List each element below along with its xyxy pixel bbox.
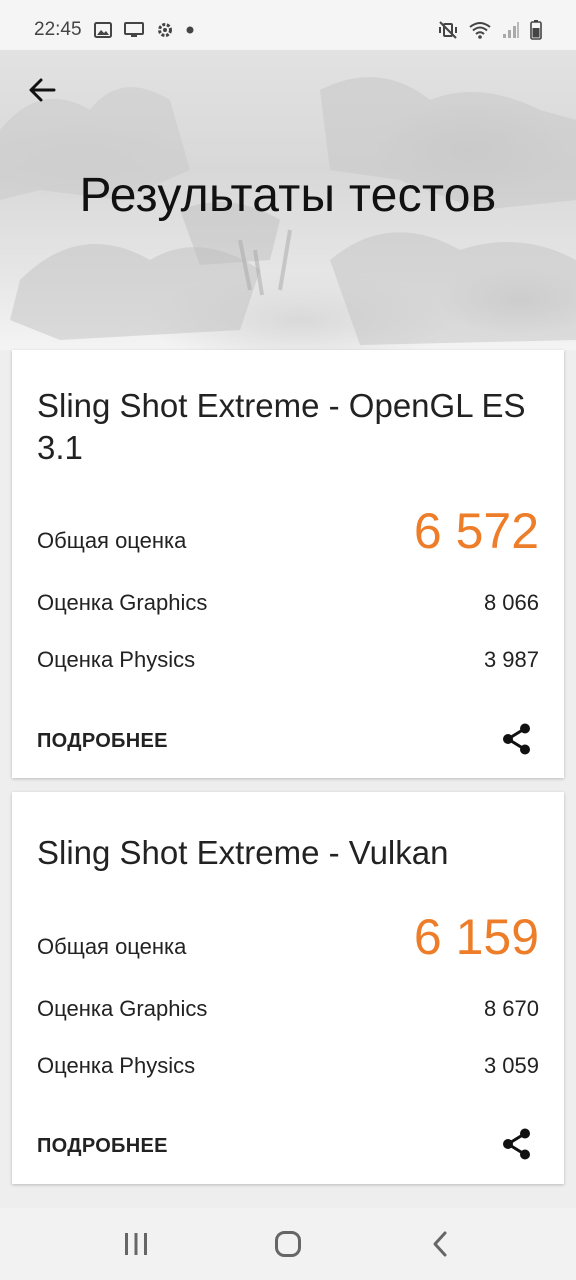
graphics-score-label: Оценка Graphics bbox=[37, 590, 208, 615]
share-icon bbox=[503, 723, 530, 755]
total-score-value: 6 159 bbox=[413, 909, 539, 965]
result-card-title: Sling Shot Extreme - OpenGL ES 3.1 bbox=[37, 387, 526, 466]
settings-icon bbox=[156, 21, 174, 39]
back-button[interactable] bbox=[22, 70, 62, 110]
graphics-score-row: Оценка Graphics 8 670 bbox=[37, 996, 539, 1022]
graphics-score-value: 8 066 bbox=[483, 590, 539, 615]
page-title: Результаты тестов bbox=[79, 169, 497, 222]
result-card-title: Sling Shot Extreme - Vulkan bbox=[37, 834, 449, 871]
physics-score-row: Оценка Physics 3 987 bbox=[37, 647, 539, 673]
recent-apps-button[interactable] bbox=[106, 1214, 166, 1274]
home-icon bbox=[275, 1231, 301, 1257]
share-icon bbox=[503, 1128, 530, 1160]
home-button[interactable] bbox=[258, 1214, 318, 1274]
total-score-row: Общая оценка 6 572 bbox=[37, 502, 539, 560]
results-header: Результаты тестов bbox=[0, 50, 576, 350]
physics-score-row: Оценка Physics 3 059 bbox=[37, 1053, 539, 1079]
details-button[interactable]: ПОДРОБНЕЕ bbox=[37, 730, 168, 753]
dot-icon bbox=[186, 26, 194, 34]
gallery-icon bbox=[93, 22, 112, 38]
graphics-score-value: 8 670 bbox=[483, 996, 539, 1021]
details-button[interactable]: ПОДРОБНЕЕ bbox=[37, 1135, 168, 1158]
back-icon bbox=[433, 1231, 447, 1257]
total-score-value: 6 572 bbox=[413, 503, 539, 559]
graphics-score-label: Оценка Graphics bbox=[37, 996, 208, 1021]
physics-score-label: Оценка Physics bbox=[37, 647, 196, 672]
recent-apps-icon bbox=[125, 1233, 147, 1255]
physics-score-value: 3 059 bbox=[483, 1053, 539, 1078]
nav-back-button[interactable] bbox=[410, 1214, 470, 1274]
battery-icon bbox=[530, 20, 542, 40]
arrow-left-icon bbox=[29, 78, 56, 102]
result-card: Sling Shot Extreme - Vulkan Общая оценка… bbox=[12, 792, 564, 1184]
graphics-score-row: Оценка Graphics 8 066 bbox=[37, 590, 539, 616]
system-nav-bar bbox=[0, 1208, 576, 1280]
result-card: Sling Shot Extreme - OpenGL ES 3.1 Общая… bbox=[12, 350, 564, 778]
mute-vibrate-icon bbox=[438, 21, 458, 39]
total-score-label: Общая оценка bbox=[37, 528, 187, 553]
cast-icon bbox=[123, 22, 144, 38]
status-time: 22:45 bbox=[34, 19, 82, 40]
physics-score-value: 3 987 bbox=[483, 647, 539, 672]
status-right bbox=[438, 20, 542, 40]
status-left: 22:45 bbox=[34, 19, 194, 41]
total-score-label: Общая оценка bbox=[37, 934, 187, 959]
total-score-row: Общая оценка 6 159 bbox=[37, 908, 539, 966]
physics-score-label: Оценка Physics bbox=[37, 1053, 196, 1078]
wifi-icon bbox=[468, 21, 492, 39]
share-button[interactable] bbox=[500, 722, 534, 756]
share-button[interactable] bbox=[500, 1127, 534, 1161]
signal-icon bbox=[502, 21, 520, 39]
